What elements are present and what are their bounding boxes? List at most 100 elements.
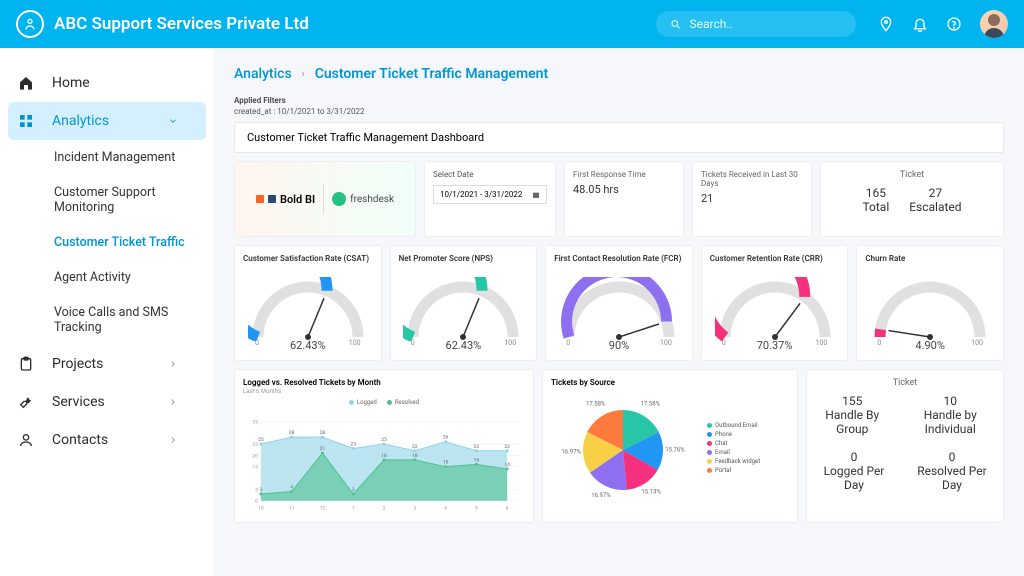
svg-text:17.58%: 17.58% <box>586 401 606 408</box>
sub-voice[interactable]: Voice Calls and SMS Tracking <box>0 295 214 345</box>
location-icon[interactable] <box>878 16 894 32</box>
svg-text:16.97%: 16.97% <box>591 492 611 499</box>
svg-text:15.13%: 15.13% <box>641 489 661 496</box>
freshdesk-logo: freshdesk <box>332 192 394 206</box>
svg-text:5: 5 <box>255 487 258 493</box>
svg-text:3: 3 <box>352 487 355 493</box>
dashboard-title: Customer Ticket Traffic Management Dashb… <box>234 122 1004 153</box>
ticket-summary: Ticket 165Total 27Escalated <box>820 161 1004 237</box>
pie-legend: Outbound EmailPhoneChatEmailFeedback wid… <box>707 420 760 476</box>
topbar: ABC Support Services Private Ltd <box>0 0 1024 48</box>
company-name: ABC Support Services Private Ltd <box>54 14 309 34</box>
sub-ticket-traffic[interactable]: Customer Ticket Traffic <box>0 225 214 260</box>
avatar[interactable] <box>980 10 1008 38</box>
svg-text:22: 22 <box>412 444 418 450</box>
ticket-stats-card: Ticket 155Handle By Group 10Handle by In… <box>806 369 1004 523</box>
svg-text:3: 3 <box>413 506 416 512</box>
svg-text:6: 6 <box>506 506 509 512</box>
sidebar: Home Analytics Incident Management Custo… <box>0 48 214 576</box>
svg-text:22: 22 <box>474 444 480 450</box>
pie-chart-card: Tickets by Source 17.58%15.76%15.13%16.9… <box>542 369 798 523</box>
svg-text:4: 4 <box>290 485 293 491</box>
svg-text:18: 18 <box>412 453 418 459</box>
svg-text:1: 1 <box>352 506 355 512</box>
person-icon <box>18 432 34 448</box>
svg-text:35: 35 <box>252 419 258 425</box>
svg-text:3: 3 <box>259 487 262 493</box>
nav-label: Services <box>52 394 105 410</box>
date-label: Select Date <box>433 170 547 179</box>
calendar-icon <box>532 191 540 199</box>
chevron-right-icon <box>168 359 178 369</box>
svg-text:2: 2 <box>383 506 386 512</box>
nav-label: Home <box>52 75 90 91</box>
filters-value: created_at : 10/1/2021 to 3/31/2022 <box>234 107 1004 116</box>
wrench-icon <box>18 394 34 410</box>
nav-projects[interactable]: Projects <box>0 345 214 383</box>
svg-text:28: 28 <box>320 430 326 436</box>
search-box[interactable] <box>656 11 856 37</box>
breadcrumb-l1[interactable]: Analytics <box>234 66 292 82</box>
date-picker-card: Select Date 10/1/2021 - 3/31/2022 <box>424 161 556 237</box>
svg-text:18: 18 <box>381 453 387 459</box>
area-legend: Logged Resolved <box>243 399 525 406</box>
grid-icon <box>18 113 34 129</box>
boldbi-logo: Bold BI <box>256 193 315 206</box>
svg-text:16: 16 <box>474 457 480 463</box>
gauge-card: Customer Satisfaction Rate (CSAT) 0100 6… <box>234 245 382 361</box>
svg-text:15.76%: 15.76% <box>665 447 685 454</box>
svg-text:20: 20 <box>252 453 258 459</box>
home-icon <box>18 75 34 91</box>
breadcrumb: Analytics › Customer Ticket Traffic Mana… <box>234 66 1004 82</box>
svg-text:0: 0 <box>255 499 258 505</box>
svg-text:12: 12 <box>320 506 326 512</box>
svg-text:14: 14 <box>504 462 510 468</box>
search-input[interactable] <box>690 17 842 31</box>
sub-incident[interactable]: Incident Management <box>0 140 214 175</box>
gauge-card: Net Promoter Score (NPS) 0100 62.43% <box>390 245 538 361</box>
svg-text:25: 25 <box>381 437 387 443</box>
date-input[interactable]: 10/1/2021 - 3/31/2022 <box>433 185 547 204</box>
svg-text:15: 15 <box>443 460 449 466</box>
svg-text:16.97%: 16.97% <box>561 448 581 455</box>
chevron-right-icon <box>168 435 178 445</box>
breadcrumb-sep: › <box>302 69 305 80</box>
area-chart-card: Logged vs. Resolved Tickets by Month Las… <box>234 369 534 523</box>
kpi-first-response: First Response Time 48.05 hrs <box>564 161 684 237</box>
gauge-card: Customer Retention Rate (CRR) 0100 70.37… <box>701 245 849 361</box>
chevron-right-icon <box>168 397 178 407</box>
svg-text:10: 10 <box>258 506 264 512</box>
breadcrumb-l2: Customer Ticket Traffic Management <box>315 66 548 82</box>
svg-text:23: 23 <box>350 442 356 448</box>
nav-services[interactable]: Services <box>0 383 214 421</box>
svg-text:5: 5 <box>475 506 478 512</box>
help-icon[interactable] <box>946 16 962 32</box>
kpi-tickets-received: Tickets Received in Last 30 Days 21 <box>692 161 812 237</box>
svg-text:17.58%: 17.58% <box>641 401 661 408</box>
bell-icon[interactable] <box>912 16 928 32</box>
sub-agent[interactable]: Agent Activity <box>0 260 214 295</box>
svg-text:11: 11 <box>289 506 295 512</box>
search-icon <box>670 18 682 31</box>
svg-text:22: 22 <box>504 444 510 450</box>
main-content: Analytics › Customer Ticket Traffic Mana… <box>214 48 1024 576</box>
brand-card: Bold BI freshdesk <box>234 161 416 237</box>
svg-text:26: 26 <box>443 435 449 441</box>
nav-label: Projects <box>52 356 103 372</box>
chevron-down-icon <box>168 116 178 126</box>
nav-label: Analytics <box>52 113 109 129</box>
gauge-card: Churn Rate 0100 4.90% <box>856 245 1004 361</box>
nav-home[interactable]: Home <box>0 64 214 102</box>
svg-text:15: 15 <box>252 465 258 471</box>
svg-text:25: 25 <box>258 437 264 443</box>
company-logo-icon <box>16 10 44 38</box>
clipboard-icon <box>18 356 34 372</box>
svg-text:28: 28 <box>289 430 295 436</box>
sub-support[interactable]: Customer Support Monitoring <box>0 175 214 225</box>
nav-analytics[interactable]: Analytics <box>8 102 206 140</box>
nav-contacts[interactable]: Contacts <box>0 421 214 459</box>
topbar-actions <box>878 10 1008 38</box>
filters-label: Applied Filters <box>234 96 1004 105</box>
gauge-card: First Contact Resolution Rate (FCR) 0100… <box>545 245 693 361</box>
svg-text:21: 21 <box>320 446 326 452</box>
